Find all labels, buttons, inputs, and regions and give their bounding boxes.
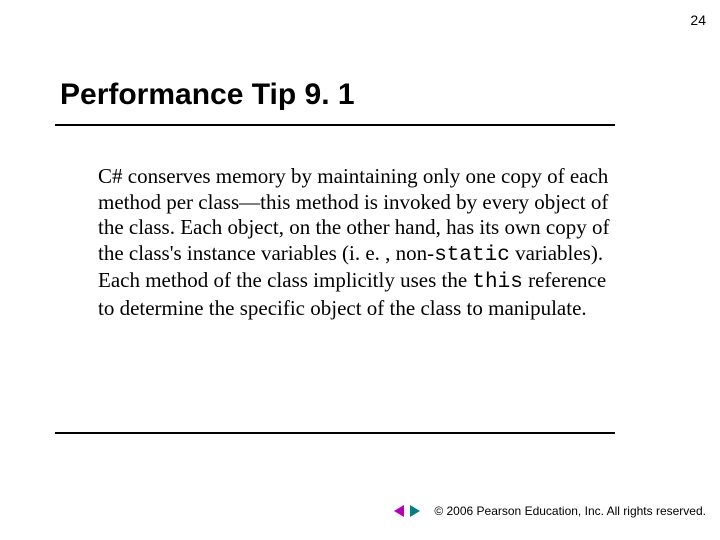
divider-top — [55, 124, 615, 126]
divider-bottom — [55, 432, 615, 434]
code-static: static — [434, 244, 510, 267]
slide-title: Performance Tip 9. 1 — [60, 78, 355, 112]
footer: © 2006 Pearson Education, Inc. All right… — [392, 504, 706, 518]
page-number: 24 — [690, 12, 706, 28]
copyright-text: © 2006 Pearson Education, Inc. All right… — [434, 504, 706, 518]
nav-prev-icon[interactable] — [392, 504, 406, 518]
body-text: C# conserves memory by maintaining only … — [98, 164, 618, 322]
nav-icons — [392, 504, 422, 518]
code-this: this — [472, 271, 522, 294]
nav-next-icon[interactable] — [408, 504, 422, 518]
